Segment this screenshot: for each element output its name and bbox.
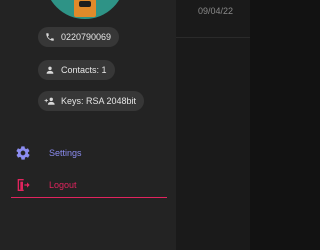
phone-chip[interactable]: 0220790069 [38, 27, 120, 47]
navigation-drawer: 0220790069 Contacts: 1 Keys: RSA 2048bit… [0, 0, 176, 250]
logout-underline [11, 197, 167, 198]
conversation-pane: 09/04/22 [176, 0, 250, 250]
contacts-count: Contacts: 1 [61, 65, 107, 75]
key-person-icon [44, 95, 56, 107]
list-divider [176, 37, 250, 38]
keys-chip[interactable]: Keys: RSA 2048bit [38, 91, 145, 111]
settings-label: Settings [49, 148, 82, 158]
menu-item-logout[interactable]: Logout [11, 174, 167, 196]
avatar-figure [74, 0, 96, 17]
contacts-chip[interactable]: Contacts: 1 [38, 60, 115, 80]
menu-item-settings[interactable]: Settings [11, 142, 167, 164]
phone-icon [44, 31, 56, 43]
phone-number: 0220790069 [61, 32, 112, 42]
logout-icon [13, 177, 33, 193]
avatar[interactable] [45, 0, 125, 19]
person-icon [44, 64, 56, 76]
keys-info: Keys: RSA 2048bit [61, 96, 137, 106]
gear-icon [13, 145, 33, 161]
logout-label: Logout [49, 180, 77, 190]
conversation-date: 09/04/22 [197, 6, 233, 16]
